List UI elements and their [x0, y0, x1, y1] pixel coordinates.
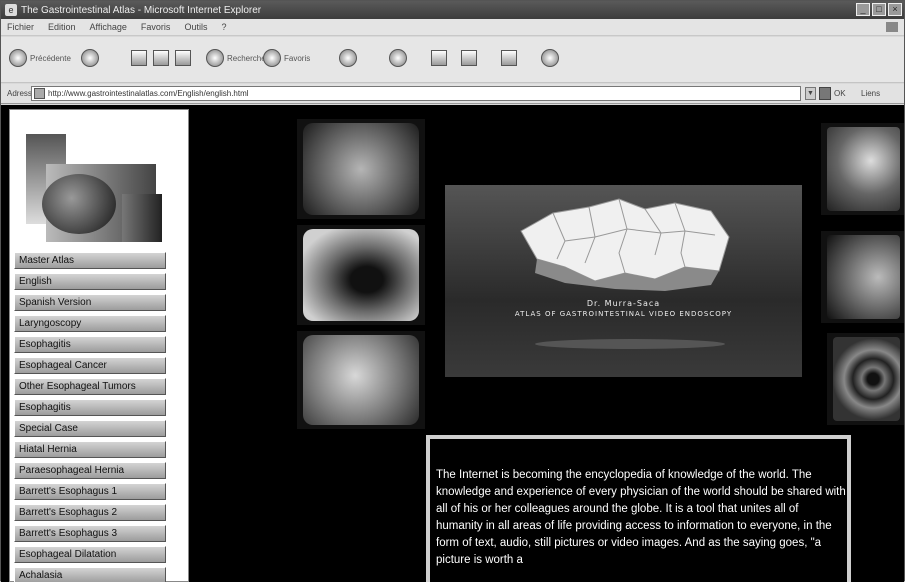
banner-author: Dr. Murra-Saca: [586, 299, 661, 308]
endoscopy-image[interactable]: [297, 225, 425, 325]
sidebar-item-other-tumors[interactable]: Other Esophageal Tumors: [14, 378, 166, 395]
sidebar-item-esophagitis[interactable]: Esophagitis: [14, 336, 166, 353]
sidebar-item-achalasia[interactable]: Achalasia: [14, 567, 166, 582]
menu-view[interactable]: Affichage: [90, 22, 127, 32]
messenger-button[interactable]: [541, 47, 562, 69]
media-button[interactable]: [339, 47, 360, 69]
address-bar: Adresse http://www.gastrointestinalatlas…: [1, 84, 904, 104]
mail-icon: [389, 49, 407, 67]
endoscopy-image[interactable]: [821, 231, 904, 323]
discuss-button[interactable]: [501, 47, 520, 69]
toolbar: Précédente Rechercher Favoris: [1, 37, 904, 83]
window-controls: _ □ ×: [856, 3, 902, 16]
site-logo: [26, 134, 166, 244]
page-content: Master Atlas English Spanish Version Lar…: [1, 105, 904, 582]
search-icon: [206, 49, 224, 67]
address-input[interactable]: http://www.gastrointestinalatlas.com/Eng…: [31, 86, 801, 101]
menu-file[interactable]: Fichier: [7, 22, 34, 32]
menu-edit[interactable]: Edition: [48, 22, 76, 32]
favorites-label: Favoris: [284, 53, 311, 63]
banner-shadow: [535, 339, 725, 349]
sidebar-item-hiatal-hernia[interactable]: Hiatal Hernia: [14, 441, 166, 458]
refresh-button[interactable]: [153, 47, 172, 69]
sidebar-item-laryngoscopy[interactable]: Laryngoscopy: [14, 315, 166, 332]
close-button[interactable]: ×: [888, 3, 902, 16]
banner-title: ATLAS OF GASTROINTESTINAL VIDEO ENDOSCOP…: [514, 310, 733, 318]
browser-icon: e: [5, 4, 17, 16]
home-icon: [175, 50, 191, 66]
sidebar-item-esophageal-cancer[interactable]: Esophageal Cancer: [14, 357, 166, 374]
browser-window: e The Gastrointestinal Atlas - Microsoft…: [0, 0, 905, 582]
ultrasound-image[interactable]: [827, 333, 904, 425]
discuss-icon: [501, 50, 517, 66]
sidebar-item-master-atlas[interactable]: Master Atlas: [14, 252, 166, 269]
stop-button[interactable]: [131, 47, 150, 69]
endoscopy-image[interactable]: [821, 123, 904, 215]
minimize-button[interactable]: _: [856, 3, 870, 16]
address-url: http://www.gastrointestinalatlas.com/Eng…: [48, 89, 249, 98]
back-arrow-icon: [9, 49, 27, 67]
search-button[interactable]: Rechercher: [206, 47, 268, 69]
mail-button[interactable]: [389, 47, 410, 69]
home-button[interactable]: [175, 47, 194, 69]
sidebar-item-barretts-1[interactable]: Barrett's Esophagus 1: [14, 483, 166, 500]
title-bar: e The Gastrointestinal Atlas - Microsoft…: [1, 1, 904, 19]
stop-icon: [131, 50, 147, 66]
intro-text-box: The Internet is becoming the encyclopedi…: [426, 435, 851, 582]
back-button[interactable]: Précédente: [9, 47, 71, 69]
page-icon: [34, 88, 45, 99]
sidebar-item-esophagitis-2[interactable]: Esophagitis: [14, 399, 166, 416]
favorites-button[interactable]: Favoris: [263, 47, 310, 69]
menu-help[interactable]: ?: [221, 22, 226, 32]
back-label: Précédente: [30, 53, 71, 63]
sidebar-item-english[interactable]: English: [14, 273, 166, 290]
sidebar-item-paraesophageal-hernia[interactable]: Paraesophageal Hernia: [14, 462, 166, 479]
sidebar-item-barretts-3[interactable]: Barrett's Esophagus 3: [14, 525, 166, 542]
forward-button[interactable]: [81, 47, 102, 69]
edit-icon: [461, 50, 477, 66]
go-arrow-icon[interactable]: [819, 87, 831, 100]
edit-button[interactable]: [461, 47, 480, 69]
go-button[interactable]: OK: [834, 89, 846, 98]
window-title: The Gastrointestinal Atlas - Microsoft I…: [21, 4, 262, 16]
messenger-icon: [541, 49, 559, 67]
refresh-icon: [153, 50, 169, 66]
sidebar-item-special-case[interactable]: Special Case: [14, 420, 166, 437]
windows-logo-icon: [886, 22, 898, 32]
media-icon: [339, 49, 357, 67]
endoscopy-image[interactable]: [297, 119, 425, 219]
star-icon: [263, 49, 281, 67]
print-button[interactable]: [431, 47, 450, 69]
sidebar-item-spanish[interactable]: Spanish Version: [14, 294, 166, 311]
forward-arrow-icon: [81, 49, 99, 67]
sidebar-menu: Master Atlas English Spanish Version Lar…: [14, 252, 170, 582]
atlas-banner: Dr. Murra-Saca ATLAS OF GASTROINTESTINAL…: [445, 185, 802, 377]
endoscopy-image[interactable]: [297, 331, 425, 429]
links-button[interactable]: Liens: [861, 89, 880, 98]
maximize-button[interactable]: □: [872, 3, 886, 16]
sidebar-item-barretts-2[interactable]: Barrett's Esophagus 2: [14, 504, 166, 521]
sidebar-item-dilatation[interactable]: Esophageal Dilatation: [14, 546, 166, 563]
address-dropdown-icon[interactable]: ▼: [805, 87, 816, 100]
el-salvador-map-icon: [520, 198, 730, 291]
menu-favorites[interactable]: Favoris: [141, 22, 171, 32]
intro-paragraph: The Internet is becoming the encyclopedi…: [436, 469, 846, 566]
sidebar: Master Atlas English Spanish Version Lar…: [9, 109, 189, 582]
menu-bar: Fichier Edition Affichage Favoris Outils…: [1, 19, 904, 36]
print-icon: [431, 50, 447, 66]
menu-tools[interactable]: Outils: [184, 22, 207, 32]
